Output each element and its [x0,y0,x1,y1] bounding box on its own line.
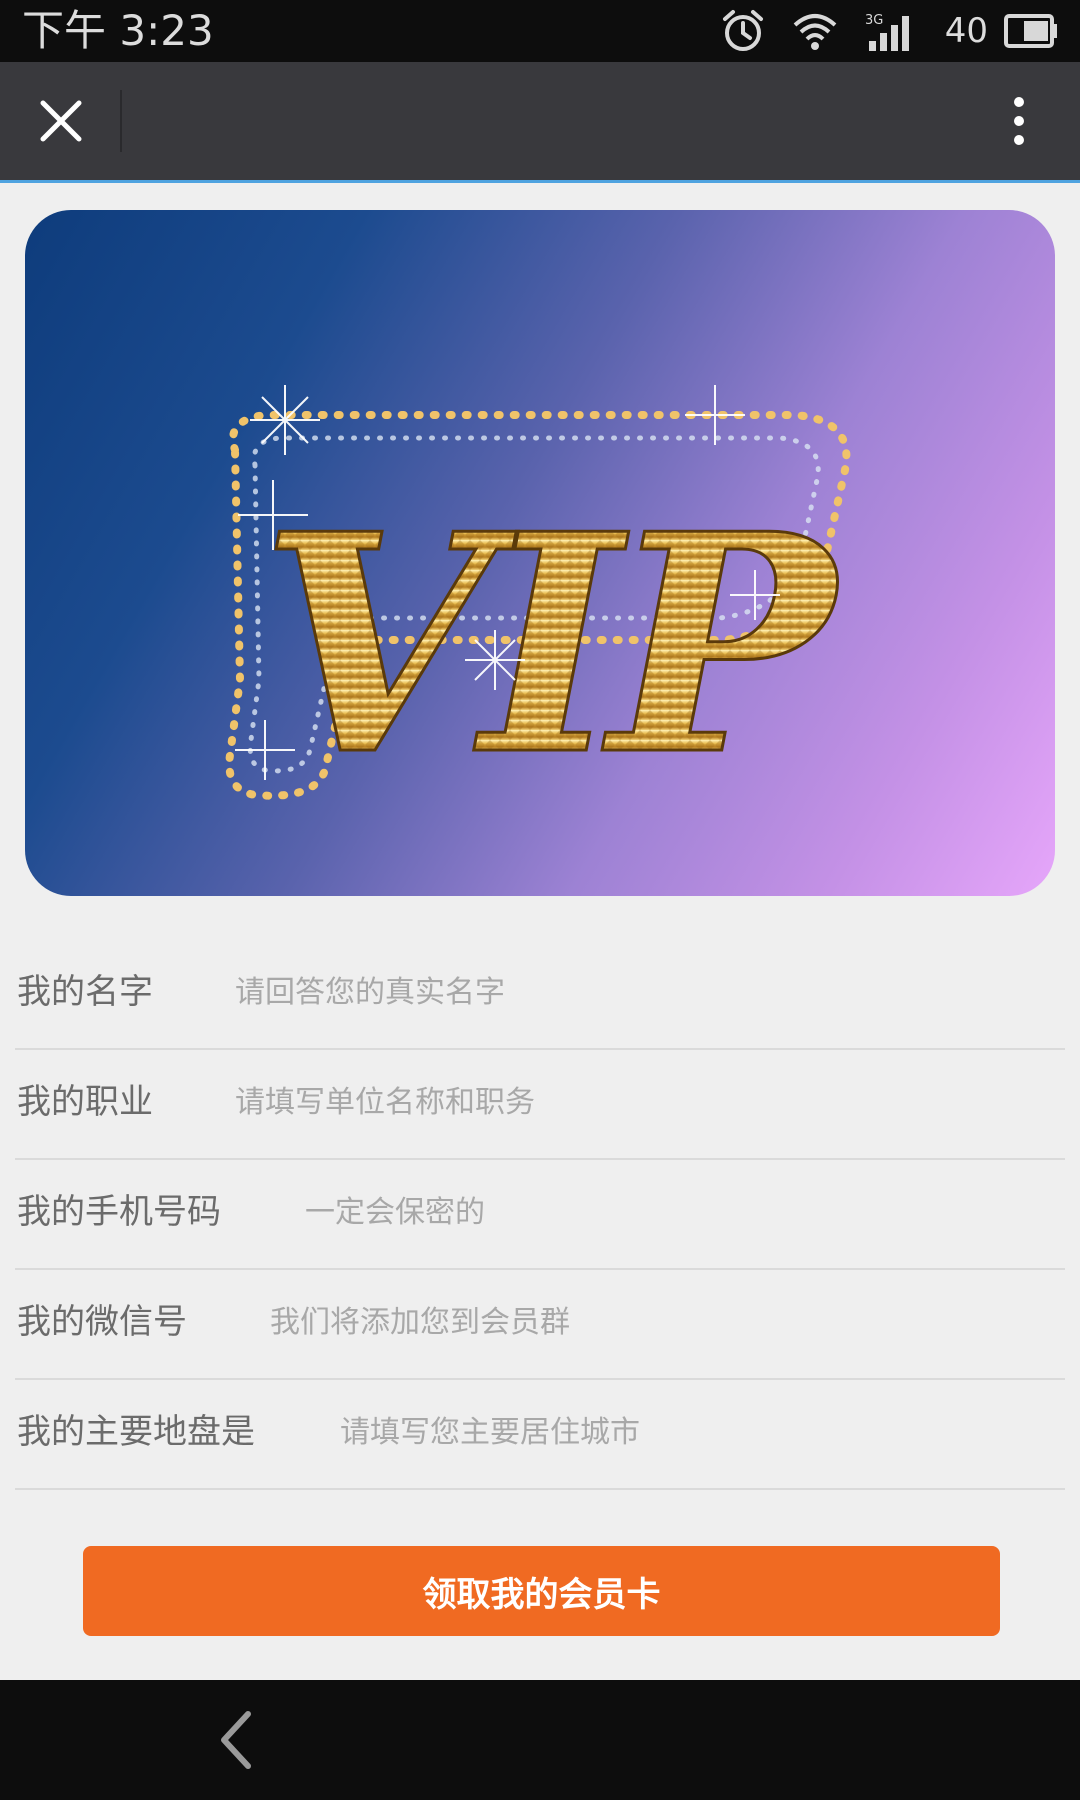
back-button[interactable] [196,1702,276,1778]
form-row-city: 我的主要地盘是 [15,1380,1065,1490]
vip-logo-graphic: VIP [225,385,857,823]
close-button[interactable] [22,82,100,160]
get-membership-card-button[interactable]: 领取我的会员卡 [83,1546,1000,1636]
city-input[interactable] [340,1402,1065,1462]
occupation-label: 我的职业 [17,1082,153,1122]
wechat-input[interactable] [270,1292,1065,1352]
form-row-occupation: 我的职业 [15,1050,1065,1160]
app-bar-divider [120,90,122,152]
wechat-label: 我的微信号 [17,1302,187,1342]
status-icons: 3G 40 [721,8,1058,54]
name-input[interactable] [235,962,1065,1022]
battery-icon [1004,14,1058,48]
navigation-bar [0,1680,1080,1800]
app-bar [0,62,1080,183]
form-row-name: 我的名字 [15,940,1065,1050]
back-chevron-icon [221,1711,251,1769]
status-time: 下午 3:23 [22,6,214,55]
network-type-label: 3G [865,13,883,28]
name-label: 我的名字 [17,972,153,1012]
wifi-icon [791,11,839,51]
battery-level: 40 [944,11,988,51]
phone-label: 我的手机号码 [17,1192,221,1232]
alarm-clock-icon [721,9,765,53]
more-options-button[interactable] [980,82,1058,160]
status-bar: 下午 3:23 3G 40 [0,0,1080,62]
vip-banner: VIP [25,210,1055,896]
close-icon [40,100,82,142]
more-vertical-icon [1014,97,1024,145]
membership-form: 我的名字 我的职业 我的手机号码 我的微信号 我的主要地盘是 [15,940,1065,1490]
vip-text: VIP [260,468,843,821]
form-row-wechat: 我的微信号 [15,1270,1065,1380]
phone-input[interactable] [305,1182,1065,1242]
cellular-signal-icon: 3G [865,11,919,51]
form-row-phone: 我的手机号码 [15,1160,1065,1270]
occupation-input[interactable] [235,1072,1065,1132]
city-label: 我的主要地盘是 [17,1412,255,1452]
